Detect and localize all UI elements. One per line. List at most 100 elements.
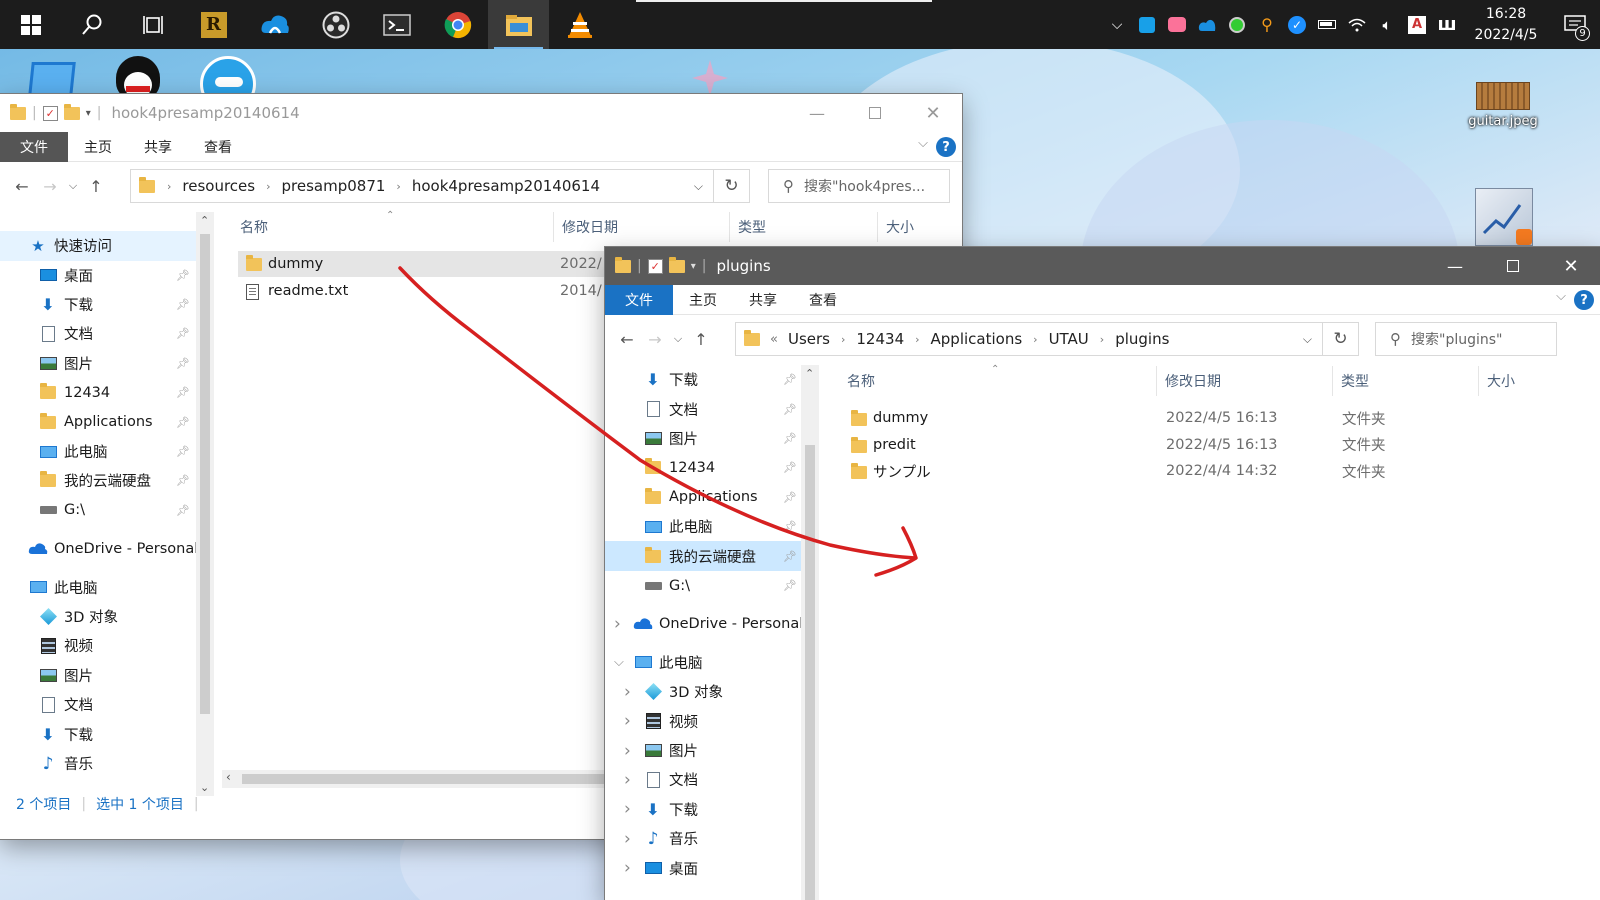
recent-dropdown-button[interactable]: ⌵ — [64, 179, 82, 193]
nav-item[interactable]: G:\ 📌︎ — [605, 571, 801, 601]
address-dropdown-icon[interactable]: ⌵ — [694, 179, 703, 194]
back-button[interactable]: ← — [613, 330, 641, 349]
expand-ribbon-icon[interactable]: ⌵ — [918, 136, 928, 151]
nav-item[interactable]: › 桌面 — [605, 853, 801, 883]
scrollbar-thumb[interactable] — [200, 234, 210, 714]
search-box[interactable]: ⚲ 搜索"hook4pres... — [768, 169, 950, 203]
search-box[interactable]: ⚲ 搜索"plugins" — [1375, 322, 1557, 356]
refresh-button[interactable]: ↻ — [1323, 322, 1359, 356]
nav-item[interactable]: › OneDrive - Personal — [605, 609, 801, 639]
input-method-button[interactable]: A — [1402, 0, 1432, 49]
expand-icon[interactable]: › — [624, 770, 631, 790]
file-row[interactable]: predit 2022/4/5 16:13 文件夹 — [843, 432, 1600, 458]
breadcrumb-12434[interactable]: 12434 — [856, 330, 904, 348]
volume-button[interactable]: 🔈︎ — [1372, 0, 1402, 49]
expand-icon[interactable]: › — [624, 711, 631, 731]
nav-item[interactable]: 此电脑 📌︎ — [605, 512, 801, 542]
help-icon[interactable]: ? — [1574, 290, 1594, 310]
up-button[interactable]: ↑ — [82, 177, 110, 196]
address-bar[interactable]: « Users › 12434 › Applications › UTAU › … — [735, 322, 1323, 356]
nav-item[interactable]: 桌面 📌︎ — [0, 260, 196, 290]
expand-icon[interactable]: › — [624, 858, 631, 878]
wifi-button[interactable] — [1342, 0, 1372, 49]
tray-overflow-button[interactable]: ⌵ — [1102, 0, 1132, 49]
taskbar-obs[interactable] — [305, 0, 366, 49]
nav-item[interactable]: ⬇ 下载 📌︎ — [0, 290, 196, 320]
breadcrumb-resources[interactable]: resources — [182, 177, 255, 195]
breadcrumb-utau[interactable]: UTAU — [1049, 330, 1089, 348]
search-button[interactable] — [61, 0, 122, 49]
new-folder-icon[interactable] — [668, 256, 685, 273]
nav-item[interactable]: 视频 — [0, 631, 196, 661]
address-overflow-button[interactable]: « — [770, 332, 778, 347]
column-size[interactable]: 大小 — [878, 212, 962, 242]
forward-button[interactable]: → — [641, 330, 669, 349]
taskbar-chrome[interactable] — [427, 0, 488, 49]
minimize-button[interactable]: — — [1426, 247, 1484, 285]
qat-dropdown-icon[interactable]: ▾ — [691, 261, 696, 272]
taskbar-vlc[interactable] — [549, 0, 610, 49]
qat-dropdown-icon[interactable]: ▾ — [86, 108, 91, 119]
nav-item[interactable]: 图片 📌︎ — [605, 424, 801, 454]
nav-item[interactable]: 图片 📌︎ — [0, 349, 196, 379]
nav-item[interactable]: › 文档 — [605, 765, 801, 795]
nav-item[interactable]: 我的云端硬盘 📌︎ — [605, 541, 801, 571]
nav-item[interactable]: › ♪ 音乐 — [605, 824, 801, 854]
forward-button[interactable]: → — [36, 177, 64, 196]
nav-item[interactable]: ⬇ 下载 — [0, 719, 196, 749]
maximize-button[interactable] — [846, 94, 904, 132]
address-bar[interactable]: › resources › presamp0871 › hook4presamp… — [130, 169, 714, 203]
up-button[interactable]: ↑ — [687, 330, 715, 349]
nav-item[interactable]: 12434 📌︎ — [0, 378, 196, 408]
nav-item[interactable]: 我的云端硬盘 📌︎ — [0, 466, 196, 496]
close-button[interactable]: ✕ — [904, 94, 962, 132]
nav-item[interactable]: 文档 📌︎ — [0, 319, 196, 349]
taskbar-terminal[interactable] — [366, 0, 427, 49]
nav-item[interactable]: 此电脑 — [0, 572, 196, 602]
clock[interactable]: 16:28 2022/4/5 — [1462, 4, 1550, 46]
linux-book-icon[interactable] — [1475, 188, 1533, 246]
nav-item[interactable]: 3D 对象 — [0, 602, 196, 632]
column-name[interactable]: 名称 ⌃ — [232, 210, 554, 242]
nav-item[interactable]: ⬇ 下载 📌︎ — [605, 365, 801, 395]
tab-share[interactable]: 共享 — [733, 285, 793, 315]
column-size[interactable]: 大小 — [1479, 366, 1599, 396]
notification-center-button[interactable]: 9 — [1550, 0, 1600, 49]
tray-app-2[interactable] — [1162, 0, 1192, 49]
refresh-button[interactable]: ↻ — [714, 169, 750, 203]
back-button[interactable]: ← — [8, 177, 36, 196]
nav-item[interactable]: › 图片 — [605, 736, 801, 766]
nav-scrollbar[interactable]: ⌃ ⌄ — [196, 212, 214, 796]
desktop-icon-guitar[interactable]: guitar.jpeg — [1458, 82, 1548, 129]
new-folder-icon[interactable] — [63, 103, 80, 120]
column-type[interactable]: 类型 — [730, 212, 878, 242]
minimize-button[interactable]: — — [788, 94, 846, 132]
expand-icon[interactable]: › — [624, 829, 631, 849]
column-type[interactable]: 类型 — [1333, 366, 1479, 396]
properties-icon[interactable]: ✓ — [42, 105, 58, 121]
help-icon[interactable]: ? — [936, 137, 956, 157]
expand-icon[interactable]: › — [624, 682, 631, 702]
expand-icon[interactable]: › — [624, 799, 631, 819]
nav-item[interactable]: 此电脑 📌︎ — [0, 437, 196, 467]
tab-view[interactable]: 查看 — [793, 285, 853, 315]
nav-item[interactable]: G:\ 📌︎ — [0, 496, 196, 526]
collapse-icon[interactable]: ⌵ — [614, 655, 624, 670]
breadcrumb-plugins[interactable]: plugins — [1115, 330, 1169, 348]
recent-dropdown-button[interactable]: ⌵ — [669, 332, 687, 346]
close-button[interactable]: ✕ — [1542, 247, 1600, 285]
tray-app-6[interactable]: ✓ — [1282, 0, 1312, 49]
file-row[interactable]: サンプル 2022/4/4 14:32 文件夹 — [843, 458, 1600, 484]
tab-home[interactable]: 主页 — [673, 285, 733, 315]
nav-item[interactable]: 文档 📌︎ — [605, 394, 801, 424]
column-name[interactable]: 名称 ⌃ — [839, 364, 1157, 396]
battery-button[interactable] — [1312, 0, 1342, 49]
breadcrumb-users[interactable]: Users — [788, 330, 830, 348]
file-row[interactable]: dummy 2022/4/5 16:13 文件夹 — [843, 405, 1600, 431]
scrollbar-thumb[interactable] — [805, 445, 815, 900]
desktop-computer-icon[interactable] — [28, 62, 76, 96]
properties-icon[interactable]: ✓ — [647, 258, 663, 274]
maximize-button[interactable] — [1484, 247, 1542, 285]
tab-share[interactable]: 共享 — [128, 132, 188, 162]
nav-item[interactable]: Applications 📌︎ — [0, 407, 196, 437]
